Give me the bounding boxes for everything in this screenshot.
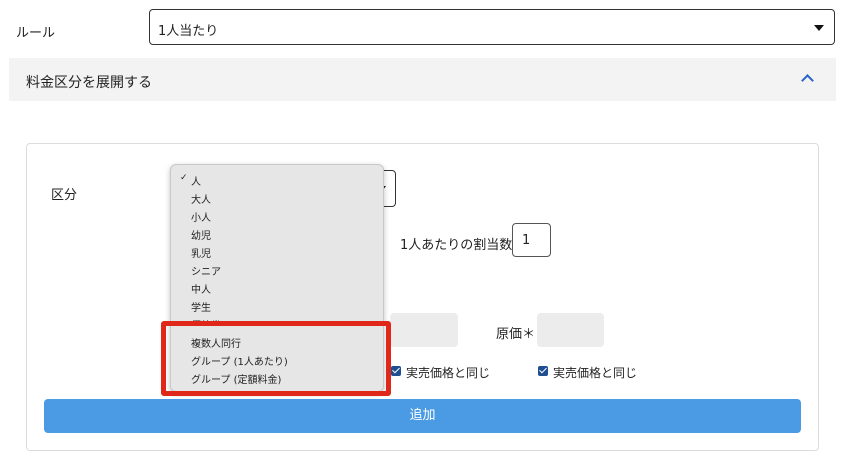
- cost-price-label: 原価＊: [496, 327, 536, 342]
- kubun-label: 区分: [51, 188, 78, 203]
- same-as-sale-price-label-1: 実売価格と同じ: [406, 366, 491, 380]
- same-as-sale-price-checkbox-2[interactable]: [538, 366, 548, 376]
- add-button[interactable]: 追加: [44, 399, 801, 433]
- allocation-label: 1人あたりの割当数: [400, 238, 513, 253]
- allocation-input[interactable]: 1: [512, 223, 551, 257]
- dropdown-option[interactable]: 大人: [191, 191, 211, 206]
- dropdown-option[interactable]: シニア: [191, 263, 221, 278]
- cost-price-input[interactable]: [537, 313, 604, 347]
- dropdown-option[interactable]: 乳児: [191, 245, 211, 260]
- caret-down-icon: [814, 25, 824, 31]
- dropdown-option[interactable]: ✓ 人: [180, 173, 201, 188]
- checkmark-icon: ✓: [180, 173, 188, 183]
- chevron-up-icon[interactable]: [801, 74, 814, 87]
- fee-category-accordion[interactable]: 料金区分を展開する: [9, 58, 836, 101]
- rule-select[interactable]: 1人当たり: [149, 9, 835, 45]
- highlight-box: [161, 321, 391, 396]
- dropdown-option[interactable]: 幼児: [191, 227, 211, 242]
- dropdown-option[interactable]: 小人: [191, 209, 211, 224]
- dropdown-option[interactable]: 中人: [191, 281, 211, 296]
- dropdown-option[interactable]: 学生: [191, 299, 211, 314]
- allocation-value: 1: [522, 233, 531, 248]
- sale-price-input[interactable]: [390, 313, 458, 347]
- same-as-sale-price-label-2: 実売価格と同じ: [553, 366, 638, 380]
- rule-select-value: 1人当たり: [158, 24, 219, 39]
- accordion-title: 料金区分を展開する: [26, 75, 152, 91]
- same-as-sale-price-checkbox-1[interactable]: [391, 366, 401, 376]
- rule-label: ルール: [16, 26, 56, 41]
